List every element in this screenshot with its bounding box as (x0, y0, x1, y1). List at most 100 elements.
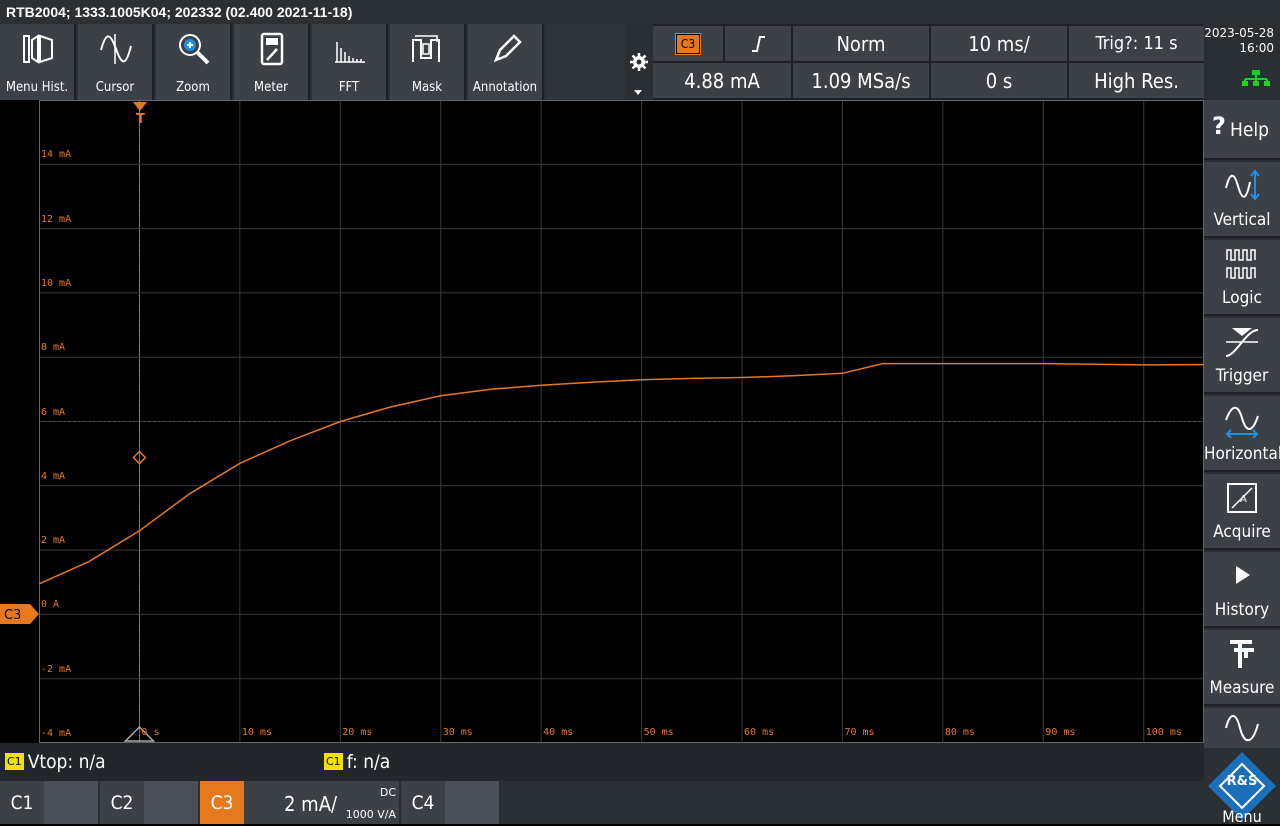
help-button[interactable]: ? Help (1204, 100, 1280, 160)
y-tick-label: 0 A (41, 599, 60, 611)
settings-column (625, 24, 653, 100)
meter-button[interactable]: Meter (234, 24, 310, 100)
menu-label: Menu (1222, 807, 1262, 826)
x-tick-label: 30 ms (442, 727, 473, 738)
logic-label: Logic (1222, 288, 1262, 308)
annotation-label: Annotation (472, 80, 538, 95)
meter-icon (260, 32, 284, 66)
trigger-mode-cell[interactable]: Norm (793, 26, 929, 61)
waveform-button[interactable] (1204, 708, 1280, 748)
measurement-bar: C1 Vtop: n/a C1 f: n/a (0, 743, 1204, 781)
rs-logo-text: R&S (1226, 774, 1258, 789)
y-tick-label: 10 mA (41, 277, 72, 289)
horizontal-button[interactable]: Horizontal (1204, 396, 1280, 472)
x-tick-label: 10 ms (241, 727, 272, 738)
horizontal-icon (1225, 406, 1259, 438)
y-tick-label: -4 mA (41, 728, 72, 739)
side-menu: ? Help Vertical Logic Trigger Horizontal… (1204, 100, 1280, 826)
waveform-trace-c3 (39, 362, 1204, 585)
x-tick-label: 40 ms (543, 727, 574, 738)
clock-time: 16:00 (1239, 41, 1274, 55)
channel-c1-label: C1 (0, 781, 44, 824)
channel-c2-tab[interactable]: C2 (100, 781, 198, 824)
trigger-slope-cell[interactable] (725, 26, 791, 61)
vertical-label: Vertical (1213, 210, 1271, 230)
trigger-level-cell[interactable]: 4.88 mA (653, 63, 791, 98)
time-scale-cell[interactable]: 10 ms/ (931, 26, 1067, 61)
measurement-text: Vtop: n/a (27, 751, 106, 773)
channel-c3-tab[interactable]: C3 2 mA/ DC 1000 V/A (200, 781, 399, 824)
x-tick-label: 100 ms (1145, 727, 1182, 738)
title-bar: RTB2004; 1333.1005K04; 202332 (02.400 20… (0, 0, 1280, 24)
channel-offset-marker[interactable]: C3 (0, 604, 39, 624)
waveform-icon (1225, 715, 1259, 742)
measure-icon (1230, 640, 1254, 668)
waveform-svg (39, 100, 1204, 743)
channel-c2-settings (144, 781, 198, 824)
measure-button[interactable]: Measure (1204, 630, 1280, 706)
fft-label: FFT (338, 80, 360, 95)
trigger-source-cell[interactable]: C3 (653, 26, 723, 61)
play-icon (1236, 566, 1250, 584)
rising-edge-icon (752, 35, 765, 52)
trigger-label: Trigger (1215, 366, 1269, 386)
fft-icon (335, 42, 365, 63)
clock-date: 2023-05-28 (1204, 26, 1274, 40)
x-tick-label: 70 ms (844, 727, 875, 738)
channel-c4-label: C4 (401, 781, 445, 824)
mask-label: Mask (411, 80, 443, 95)
y-tick-label: 2 mA (41, 535, 66, 547)
trigger-marker-label: T (136, 112, 145, 127)
trigger-position-marker[interactable]: T (131, 100, 149, 128)
menu-history-label: Menu Hist. (5, 80, 69, 95)
dropdown-arrow-icon[interactable] (634, 90, 642, 95)
y-tick-label: 8 mA (41, 342, 66, 354)
menu-button[interactable]: R&S Menu (1204, 748, 1280, 826)
annotation-button[interactable]: Annotation (468, 24, 544, 100)
acquire-button[interactable]: A Acquire (1204, 474, 1280, 550)
channel-c4-tab[interactable]: C4 (401, 781, 499, 824)
measurement-item[interactable]: C1 Vtop: n/a (5, 751, 106, 773)
help-label: Help (1230, 119, 1269, 141)
channel-bar: C1 C2 C3 2 mA/ DC 1000 V/A C4 (0, 781, 1204, 824)
measurement-source-chip: C1 (324, 753, 343, 770)
channel-c3-probe: 1000 V/A (345, 808, 396, 821)
cursor-button[interactable]: Cursor (78, 24, 154, 100)
channel-c3-coupling: DC (379, 786, 396, 799)
measurement-item[interactable]: C1 f: n/a (324, 751, 390, 773)
history-button[interactable]: History (1204, 552, 1280, 628)
meter-label: Meter (254, 80, 288, 95)
fft-button[interactable]: FFT (312, 24, 388, 100)
sample-rate-cell[interactable]: 1.09 MSa/s (793, 63, 929, 98)
measurement-source-chip: C1 (5, 753, 24, 770)
network-icon[interactable] (1242, 70, 1270, 86)
channel-c1-tab[interactable]: C1 (0, 781, 98, 824)
y-tick-label: 12 mA (41, 213, 72, 225)
measure-label: Measure (1209, 678, 1275, 698)
x-tick-label: 90 ms (1045, 727, 1076, 738)
gear-icon[interactable] (629, 52, 649, 72)
waveform-plot[interactable]: 14 mA 12 mA 10 mA 8 mA 6 mA 4 mA 2 mA 0 A -2 mA -… (39, 100, 1204, 743)
mask-button[interactable]: Mask (390, 24, 466, 100)
channel-c3-settings: 2 mA/ DC 1000 V/A (244, 781, 399, 824)
menu-history-button[interactable]: Menu Hist. (0, 24, 76, 100)
x-tick-label: 80 ms (944, 727, 975, 738)
y-tick-label: 14 mA (41, 149, 72, 161)
y-tick-label: 4 mA (41, 470, 66, 482)
logic-button[interactable]: Logic (1204, 240, 1280, 316)
vertical-button[interactable]: Vertical (1204, 162, 1280, 238)
trigger-button[interactable]: Trigger (1204, 318, 1280, 394)
acquire-icon: A (1227, 483, 1257, 513)
toolbar-empty-slot (546, 24, 625, 100)
logic-icon (1226, 249, 1256, 279)
help-icon: ? (1212, 112, 1226, 140)
x-tick-label: 60 ms (744, 727, 775, 738)
trigger-status-cell[interactable]: Trig?: 11 s (1069, 26, 1204, 61)
y-tick-label: 6 mA (41, 406, 66, 418)
channel-c4-settings (445, 781, 499, 824)
acquisition-mode-cell[interactable]: High Res. (1069, 63, 1204, 98)
zoom-button[interactable]: Zoom (156, 24, 232, 100)
time-offset-cell[interactable]: 0 s (931, 63, 1067, 98)
horizontal-label: Horizontal (1204, 444, 1280, 464)
svg-text:A: A (1240, 494, 1247, 505)
